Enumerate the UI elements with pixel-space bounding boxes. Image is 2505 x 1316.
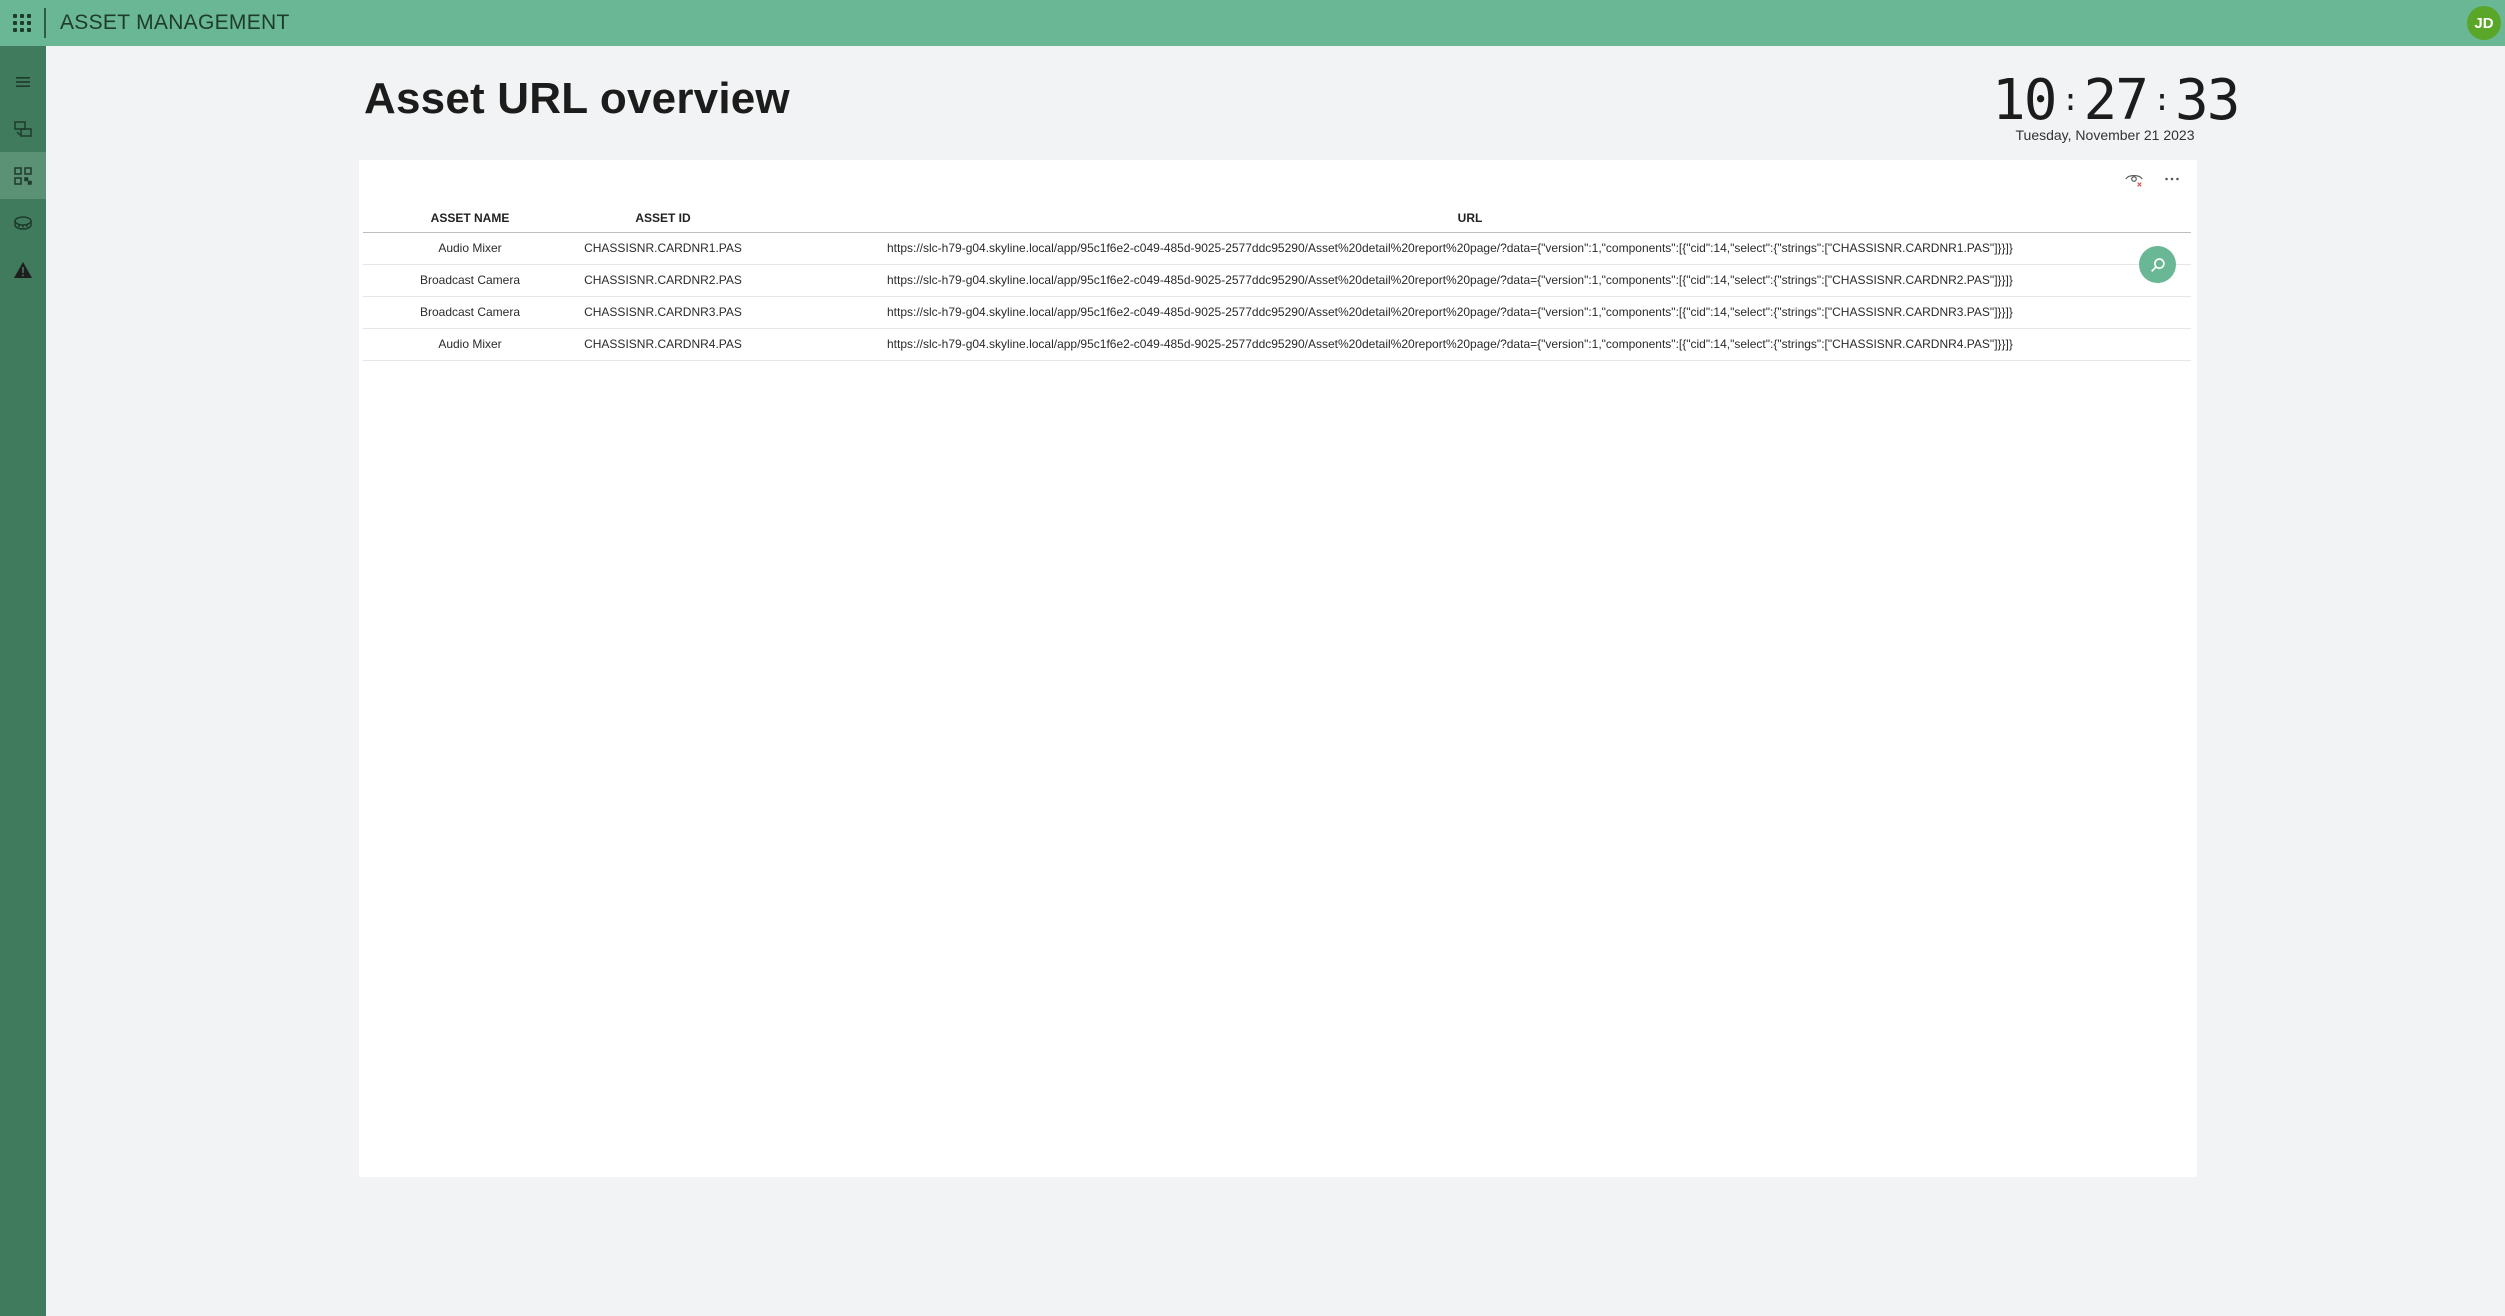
clock-separator: : xyxy=(2061,82,2079,118)
cell-asset-name: Audio Mixer xyxy=(363,328,577,361)
hamburger-menu-icon[interactable] xyxy=(0,58,46,105)
cell-asset-name: Broadcast Camera xyxy=(363,264,577,297)
digital-clock: 10 : 27 : 33 xyxy=(1992,68,2240,133)
table-row[interactable]: Broadcast Camera CHASSISNR.CARDNR2.PAS h… xyxy=(363,264,2191,297)
storage-device-icon[interactable] xyxy=(0,199,46,246)
cell-asset-id: CHASSISNR.CARDNR2.PAS xyxy=(577,264,749,297)
cell-asset-id: CHASSISNR.CARDNR3.PAS xyxy=(577,296,749,329)
column-header-asset-id[interactable]: ASSET ID xyxy=(577,204,749,233)
more-options-icon[interactable] xyxy=(2161,168,2183,190)
cell-asset-id: CHASSISNR.CARDNR4.PAS xyxy=(577,328,749,361)
app-header: ASSET MANAGEMENT JD xyxy=(0,0,2505,46)
panel-actions xyxy=(2123,168,2183,190)
table-header-row: ASSET NAME ASSET ID URL xyxy=(363,204,2191,233)
clock-hours: 10 xyxy=(1992,67,2057,133)
cell-asset-id: CHASSISNR.CARDNR1.PAS xyxy=(577,232,749,265)
clock-minutes: 27 xyxy=(2083,67,2149,133)
cell-url[interactable]: https://slc-h79-g04.skyline.local/app/95… xyxy=(749,264,2191,297)
cell-url[interactable]: https://slc-h79-g04.skyline.local/app/95… xyxy=(749,232,2191,265)
asset-transfer-icon[interactable] xyxy=(0,105,46,152)
asset-url-table: ASSET NAME ASSET ID URL Audio Mixer CHAS… xyxy=(363,204,2191,361)
cell-url[interactable]: https://slc-h79-g04.skyline.local/app/95… xyxy=(749,296,2191,329)
search-button[interactable] xyxy=(2139,246,2176,283)
column-header-asset-name[interactable]: ASSET NAME xyxy=(363,204,577,233)
apps-grid-icon[interactable] xyxy=(0,0,44,46)
clock-date: Tuesday, November 21 2023 xyxy=(2015,127,2195,143)
cell-asset-name: Broadcast Camera xyxy=(363,296,577,329)
header-divider xyxy=(44,8,46,38)
table-row[interactable]: Audio Mixer CHASSISNR.CARDNR4.PAS https:… xyxy=(363,328,2191,361)
qr-code-icon[interactable] xyxy=(0,152,46,199)
page-title: Asset URL overview xyxy=(364,74,790,123)
app-title: ASSET MANAGEMENT xyxy=(60,11,290,34)
search-icon xyxy=(2150,257,2165,272)
asset-url-table-panel: ASSET NAME ASSET ID URL Audio Mixer CHAS… xyxy=(359,160,2197,1177)
sidebar xyxy=(0,46,46,1316)
cell-asset-name: Audio Mixer xyxy=(363,232,577,265)
eye-hidden-icon[interactable] xyxy=(2123,168,2145,190)
table-row[interactable]: Audio Mixer CHASSISNR.CARDNR1.PAS https:… xyxy=(363,232,2191,265)
table-row[interactable]: Broadcast Camera CHASSISNR.CARDNR3.PAS h… xyxy=(363,296,2191,329)
clock-seconds: 33 xyxy=(2175,67,2240,133)
cell-url[interactable]: https://slc-h79-g04.skyline.local/app/95… xyxy=(749,328,2191,361)
warning-icon[interactable] xyxy=(0,246,46,293)
clock-separator: : xyxy=(2152,82,2171,118)
user-avatar[interactable]: JD xyxy=(2467,6,2501,40)
column-header-url[interactable]: URL xyxy=(749,204,2191,233)
